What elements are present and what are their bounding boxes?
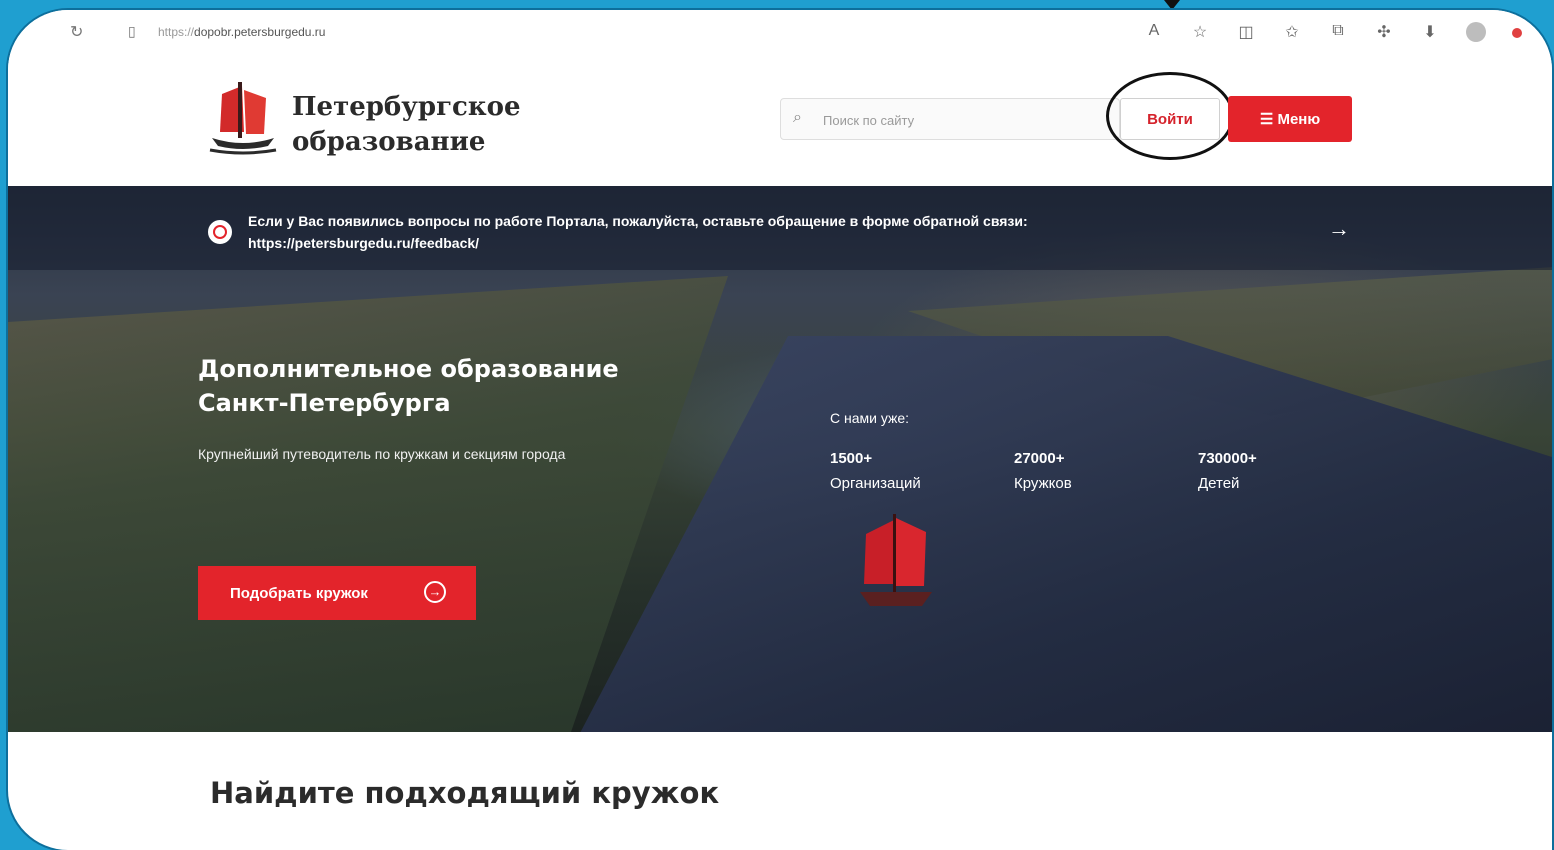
search-icon[interactable]: ⌕ [793, 109, 802, 127]
notice-message: Если у Вас появились вопросы по работе П… [248, 213, 1028, 229]
notification-dot-icon [1512, 28, 1522, 38]
stat-label: Детей [1198, 475, 1240, 492]
page-info-icon[interactable]: ▯ [128, 23, 136, 40]
info-circle-icon [208, 220, 232, 244]
red-sail-ship-icon [860, 514, 932, 606]
site-search: ⌕ [780, 98, 1120, 140]
stat-label: Организаций [830, 475, 921, 492]
find-club-button[interactable]: Подобрать кружок → [198, 566, 476, 620]
hero-title: Дополнительное образование Санкт-Петербу… [198, 352, 619, 420]
menu-button[interactable]: ☰ Меню [1228, 96, 1352, 142]
stat-clubs: 27000+ Кружков [1014, 450, 1072, 493]
search-input[interactable] [821, 108, 1105, 132]
read-aloud-icon[interactable]: A [1144, 22, 1164, 42]
hero-title-line-2: Санкт-Петербурга [198, 389, 451, 417]
stat-organizations: 1500+ Организаций [830, 450, 921, 493]
browser-toolbar: ↻ ▯ https://dopobr.petersburgedu.ru A ☆ … [8, 10, 1552, 55]
hero-photo-river [568, 336, 1552, 732]
notice-text: Если у Вас появились вопросы по работе П… [248, 210, 1188, 254]
annotation-pointer [1164, 0, 1180, 10]
login-button[interactable]: Войти [1120, 98, 1220, 140]
extensions-icon[interactable]: ✣ [1374, 22, 1394, 42]
collections-icon[interactable]: ⧉ [1328, 22, 1348, 42]
favorites-icon[interactable]: ✩ [1282, 22, 1302, 42]
hero-subtitle: Крупнейший путеводитель по кружкам и сек… [198, 446, 566, 462]
profile-avatar-icon[interactable] [1466, 22, 1486, 42]
scarlet-sails-logo-icon[interactable] [208, 82, 278, 156]
url-host: dopobr.petersburgedu.ru [194, 25, 326, 39]
site-header: Петербургское образование ⌕ Войти ☰ Меню [8, 54, 1552, 186]
stats-caption: С нами уже: [830, 410, 910, 426]
hero-banner: Если у Вас появились вопросы по работе П… [8, 186, 1552, 732]
arrow-right-icon[interactable]: → [1328, 216, 1350, 242]
stat-value: 27000+ [1014, 450, 1065, 467]
stat-label: Кружков [1014, 475, 1072, 492]
hamburger-icon: ☰ [1259, 111, 1274, 128]
find-club-label: Подобрать кружок [230, 584, 368, 602]
brand-line-2: образование [292, 127, 486, 157]
reload-icon[interactable]: ↻ [70, 22, 83, 42]
section-title: Найдите подходящий кружок [210, 776, 720, 810]
menu-label: Меню [1277, 111, 1321, 128]
url-scheme: https:// [158, 25, 195, 39]
brand-line-1: Петербургское [292, 92, 521, 122]
arrow-circle-icon: → [424, 581, 446, 603]
brand-name[interactable]: Петербургское образование [292, 90, 521, 160]
hero-title-line-1: Дополнительное образование [198, 355, 619, 383]
feedback-link[interactable]: https://petersburgedu.ru/feedback/ [248, 232, 1188, 254]
favorite-star-icon[interactable]: ☆ [1190, 22, 1210, 42]
downloads-icon[interactable]: ⬇ [1420, 22, 1440, 42]
split-screen-icon[interactable]: ◫ [1236, 22, 1256, 42]
stat-children: 730000+ Детей [1198, 450, 1257, 493]
browser-actions: A ☆ ◫ ✩ ⧉ ✣ ⬇ [1144, 22, 1522, 42]
feedback-notice: Если у Вас появились вопросы по работе П… [8, 186, 1552, 270]
browser-window: ↻ ▯ https://dopobr.petersburgedu.ru A ☆ … [8, 10, 1552, 850]
address-bar[interactable]: https://dopobr.petersburgedu.ru [158, 25, 325, 39]
stat-value: 730000+ [1198, 450, 1257, 467]
stat-value: 1500+ [830, 450, 873, 467]
